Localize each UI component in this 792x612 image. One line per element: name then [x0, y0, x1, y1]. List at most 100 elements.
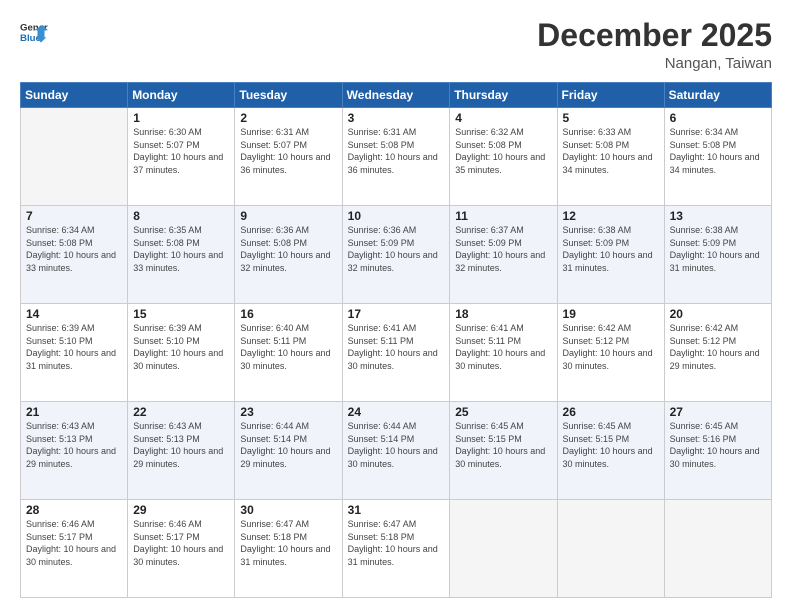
day-number: 26 — [563, 405, 659, 419]
col-tuesday: Tuesday — [235, 83, 342, 108]
day-info: Sunrise: 6:36 AMSunset: 5:08 PMDaylight:… — [240, 224, 336, 274]
day-info: Sunrise: 6:47 AMSunset: 5:18 PMDaylight:… — [348, 518, 445, 568]
table-row: 27Sunrise: 6:45 AMSunset: 5:16 PMDayligh… — [664, 402, 771, 500]
day-info: Sunrise: 6:44 AMSunset: 5:14 PMDaylight:… — [240, 420, 336, 470]
day-info: Sunrise: 6:38 AMSunset: 5:09 PMDaylight:… — [563, 224, 659, 274]
table-row: 31Sunrise: 6:47 AMSunset: 5:18 PMDayligh… — [342, 500, 450, 598]
day-number: 18 — [455, 307, 551, 321]
calendar-week-row: 28Sunrise: 6:46 AMSunset: 5:17 PMDayligh… — [21, 500, 772, 598]
day-number: 6 — [670, 111, 766, 125]
title-block: December 2025 Nangan, Taiwan — [537, 18, 772, 72]
day-info: Sunrise: 6:45 AMSunset: 5:16 PMDaylight:… — [670, 420, 766, 470]
col-friday: Friday — [557, 83, 664, 108]
month-title: December 2025 — [537, 18, 772, 53]
table-row: 1Sunrise: 6:30 AMSunset: 5:07 PMDaylight… — [128, 108, 235, 206]
day-info: Sunrise: 6:34 AMSunset: 5:08 PMDaylight:… — [26, 224, 122, 274]
table-row: 28Sunrise: 6:46 AMSunset: 5:17 PMDayligh… — [21, 500, 128, 598]
table-row: 9Sunrise: 6:36 AMSunset: 5:08 PMDaylight… — [235, 206, 342, 304]
day-info: Sunrise: 6:35 AMSunset: 5:08 PMDaylight:… — [133, 224, 229, 274]
day-number: 23 — [240, 405, 336, 419]
day-info: Sunrise: 6:30 AMSunset: 5:07 PMDaylight:… — [133, 126, 229, 176]
table-row — [557, 500, 664, 598]
day-info: Sunrise: 6:47 AMSunset: 5:18 PMDaylight:… — [240, 518, 336, 568]
table-row: 6Sunrise: 6:34 AMSunset: 5:08 PMDaylight… — [664, 108, 771, 206]
table-row: 26Sunrise: 6:45 AMSunset: 5:15 PMDayligh… — [557, 402, 664, 500]
day-info: Sunrise: 6:43 AMSunset: 5:13 PMDaylight:… — [133, 420, 229, 470]
table-row: 2Sunrise: 6:31 AMSunset: 5:07 PMDaylight… — [235, 108, 342, 206]
table-row: 14Sunrise: 6:39 AMSunset: 5:10 PMDayligh… — [21, 304, 128, 402]
table-row — [450, 500, 557, 598]
day-number: 16 — [240, 307, 336, 321]
day-info: Sunrise: 6:38 AMSunset: 5:09 PMDaylight:… — [670, 224, 766, 274]
day-info: Sunrise: 6:31 AMSunset: 5:08 PMDaylight:… — [348, 126, 445, 176]
calendar-week-row: 7Sunrise: 6:34 AMSunset: 5:08 PMDaylight… — [21, 206, 772, 304]
day-number: 29 — [133, 503, 229, 517]
day-number: 11 — [455, 209, 551, 223]
table-row: 3Sunrise: 6:31 AMSunset: 5:08 PMDaylight… — [342, 108, 450, 206]
col-saturday: Saturday — [664, 83, 771, 108]
table-row: 16Sunrise: 6:40 AMSunset: 5:11 PMDayligh… — [235, 304, 342, 402]
day-number: 1 — [133, 111, 229, 125]
table-row: 25Sunrise: 6:45 AMSunset: 5:15 PMDayligh… — [450, 402, 557, 500]
location: Nangan, Taiwan — [537, 55, 772, 72]
calendar-table: Sunday Monday Tuesday Wednesday Thursday… — [20, 82, 772, 598]
day-number: 4 — [455, 111, 551, 125]
table-row: 4Sunrise: 6:32 AMSunset: 5:08 PMDaylight… — [450, 108, 557, 206]
table-row: 7Sunrise: 6:34 AMSunset: 5:08 PMDaylight… — [21, 206, 128, 304]
col-wednesday: Wednesday — [342, 83, 450, 108]
day-info: Sunrise: 6:40 AMSunset: 5:11 PMDaylight:… — [240, 322, 336, 372]
day-info: Sunrise: 6:41 AMSunset: 5:11 PMDaylight:… — [455, 322, 551, 372]
day-info: Sunrise: 6:32 AMSunset: 5:08 PMDaylight:… — [455, 126, 551, 176]
table-row: 17Sunrise: 6:41 AMSunset: 5:11 PMDayligh… — [342, 304, 450, 402]
day-info: Sunrise: 6:39 AMSunset: 5:10 PMDaylight:… — [133, 322, 229, 372]
day-number: 20 — [670, 307, 766, 321]
table-row: 20Sunrise: 6:42 AMSunset: 5:12 PMDayligh… — [664, 304, 771, 402]
logo: General Blue — [20, 18, 48, 46]
header: General Blue December 2025 Nangan, Taiwa… — [20, 18, 772, 72]
col-sunday: Sunday — [21, 83, 128, 108]
day-info: Sunrise: 6:36 AMSunset: 5:09 PMDaylight:… — [348, 224, 445, 274]
table-row — [664, 500, 771, 598]
table-row: 24Sunrise: 6:44 AMSunset: 5:14 PMDayligh… — [342, 402, 450, 500]
day-number: 7 — [26, 209, 122, 223]
day-info: Sunrise: 6:46 AMSunset: 5:17 PMDaylight:… — [133, 518, 229, 568]
day-number: 30 — [240, 503, 336, 517]
day-number: 3 — [348, 111, 445, 125]
calendar-header-row: Sunday Monday Tuesday Wednesday Thursday… — [21, 83, 772, 108]
logo-icon: General Blue — [20, 18, 48, 46]
col-monday: Monday — [128, 83, 235, 108]
table-row: 8Sunrise: 6:35 AMSunset: 5:08 PMDaylight… — [128, 206, 235, 304]
col-thursday: Thursday — [450, 83, 557, 108]
day-number: 24 — [348, 405, 445, 419]
table-row: 30Sunrise: 6:47 AMSunset: 5:18 PMDayligh… — [235, 500, 342, 598]
day-info: Sunrise: 6:44 AMSunset: 5:14 PMDaylight:… — [348, 420, 445, 470]
day-number: 31 — [348, 503, 445, 517]
calendar-week-row: 1Sunrise: 6:30 AMSunset: 5:07 PMDaylight… — [21, 108, 772, 206]
table-row: 23Sunrise: 6:44 AMSunset: 5:14 PMDayligh… — [235, 402, 342, 500]
day-info: Sunrise: 6:42 AMSunset: 5:12 PMDaylight:… — [670, 322, 766, 372]
day-info: Sunrise: 6:46 AMSunset: 5:17 PMDaylight:… — [26, 518, 122, 568]
table-row: 29Sunrise: 6:46 AMSunset: 5:17 PMDayligh… — [128, 500, 235, 598]
day-info: Sunrise: 6:45 AMSunset: 5:15 PMDaylight:… — [563, 420, 659, 470]
day-info: Sunrise: 6:39 AMSunset: 5:10 PMDaylight:… — [26, 322, 122, 372]
table-row: 13Sunrise: 6:38 AMSunset: 5:09 PMDayligh… — [664, 206, 771, 304]
table-row: 10Sunrise: 6:36 AMSunset: 5:09 PMDayligh… — [342, 206, 450, 304]
page: General Blue December 2025 Nangan, Taiwa… — [0, 0, 792, 612]
day-info: Sunrise: 6:34 AMSunset: 5:08 PMDaylight:… — [670, 126, 766, 176]
day-number: 19 — [563, 307, 659, 321]
table-row: 12Sunrise: 6:38 AMSunset: 5:09 PMDayligh… — [557, 206, 664, 304]
day-info: Sunrise: 6:41 AMSunset: 5:11 PMDaylight:… — [348, 322, 445, 372]
table-row: 11Sunrise: 6:37 AMSunset: 5:09 PMDayligh… — [450, 206, 557, 304]
table-row: 5Sunrise: 6:33 AMSunset: 5:08 PMDaylight… — [557, 108, 664, 206]
table-row: 22Sunrise: 6:43 AMSunset: 5:13 PMDayligh… — [128, 402, 235, 500]
day-number: 25 — [455, 405, 551, 419]
day-info: Sunrise: 6:43 AMSunset: 5:13 PMDaylight:… — [26, 420, 122, 470]
day-number: 17 — [348, 307, 445, 321]
table-row: 19Sunrise: 6:42 AMSunset: 5:12 PMDayligh… — [557, 304, 664, 402]
day-info: Sunrise: 6:42 AMSunset: 5:12 PMDaylight:… — [563, 322, 659, 372]
day-number: 9 — [240, 209, 336, 223]
day-info: Sunrise: 6:37 AMSunset: 5:09 PMDaylight:… — [455, 224, 551, 274]
table-row — [21, 108, 128, 206]
table-row: 21Sunrise: 6:43 AMSunset: 5:13 PMDayligh… — [21, 402, 128, 500]
calendar-week-row: 14Sunrise: 6:39 AMSunset: 5:10 PMDayligh… — [21, 304, 772, 402]
